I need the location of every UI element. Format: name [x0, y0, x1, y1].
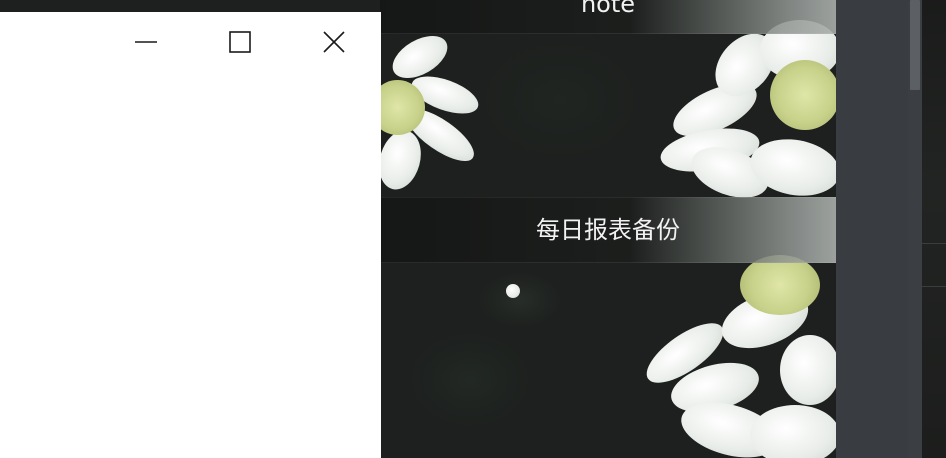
flower-image-3	[637, 255, 840, 458]
close-button[interactable]	[287, 12, 381, 72]
background-edge	[922, 0, 946, 458]
bud-image	[506, 284, 522, 300]
maximize-button[interactable]	[193, 12, 287, 72]
app-stage: note 每日报表备份	[0, 0, 946, 458]
scrollbar-thumb[interactable]	[910, 0, 920, 90]
note-title-text: note	[580, 0, 636, 18]
close-icon	[323, 31, 345, 53]
window-controls	[99, 12, 381, 72]
maximize-icon	[229, 31, 251, 53]
minimize-button[interactable]	[99, 12, 193, 72]
note-title-daily-report[interactable]: 每日报表备份	[380, 197, 836, 263]
blank-window	[0, 12, 381, 458]
flower-image-2	[650, 20, 845, 208]
minimize-icon	[135, 41, 157, 43]
note-title-note[interactable]: note	[380, 0, 836, 34]
note-title-text: 每日报表备份	[536, 216, 680, 244]
